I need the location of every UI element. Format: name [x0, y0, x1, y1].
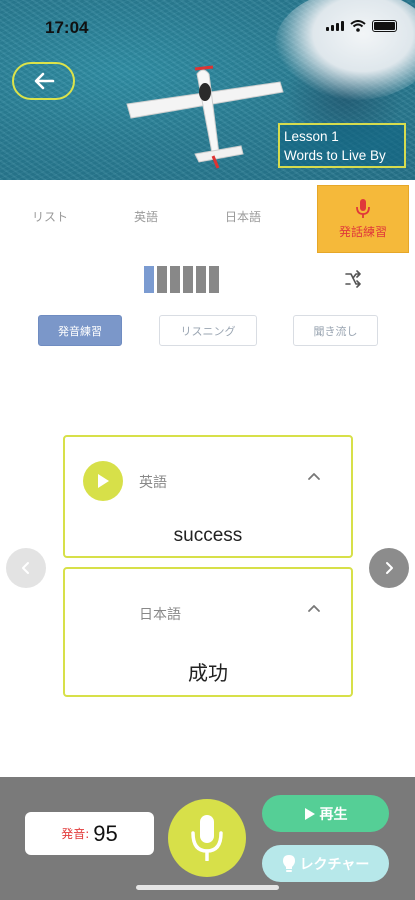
next-card-button[interactable]: [369, 548, 409, 588]
chevron-up-icon[interactable]: [307, 603, 321, 613]
japanese-card: 日本語 成功: [63, 567, 353, 697]
chevron-right-icon: [386, 562, 393, 574]
mode-pronunciation-button[interactable]: 発音練習: [38, 315, 122, 346]
english-word: success: [173, 525, 243, 546]
lecture-button[interactable]: レクチャー: [262, 845, 389, 882]
score-label: 発音:: [61, 827, 90, 841]
progress-segment: [170, 266, 180, 293]
progress-segment: [157, 266, 167, 293]
tab-japanese[interactable]: 日本語: [218, 180, 268, 252]
chevron-up-icon[interactable]: [307, 471, 321, 481]
lesson-header-image: 17:04 Lesson 1 Words to Live By: [0, 0, 415, 180]
lesson-number: Lesson 1: [284, 129, 339, 144]
english-card: 英語 success: [63, 435, 353, 558]
lecture-label: レクチャー: [299, 856, 370, 873]
progress-segment: [196, 266, 206, 293]
signal-icon: [326, 21, 344, 31]
battery-icon: [372, 20, 397, 32]
status-icons: [326, 20, 397, 32]
play-audio-button[interactable]: [83, 461, 123, 501]
chevron-left-icon: [22, 562, 29, 574]
tab-speaking-practice[interactable]: 発話練習: [317, 185, 409, 253]
playback-label: 再生: [319, 806, 348, 823]
previous-card-button[interactable]: [6, 548, 46, 588]
progress-indicator: [144, 266, 219, 293]
mode-listening-button[interactable]: リスニング: [159, 315, 257, 346]
mode-passive-listening-button[interactable]: 聞き流し: [293, 315, 378, 346]
microphone-icon: [356, 198, 370, 218]
japanese-word: 成功: [188, 661, 228, 685]
progress-segment: [183, 266, 193, 293]
pronunciation-score-box: 発音: 95: [25, 812, 154, 855]
tab-english[interactable]: 英語: [124, 180, 168, 252]
record-button[interactable]: [168, 799, 246, 877]
back-button[interactable]: [12, 62, 75, 100]
status-time: 17:04: [45, 18, 89, 37]
back-arrow-icon: [34, 72, 54, 90]
shuffle-icon[interactable]: [344, 270, 362, 288]
tab-list[interactable]: リスト: [22, 180, 78, 252]
score-value: 95: [93, 820, 118, 846]
english-card-label: 英語: [139, 475, 167, 491]
lesson-badge: Lesson 1 Words to Live By: [278, 123, 406, 168]
playback-button[interactable]: 再生: [262, 795, 389, 832]
home-indicator[interactable]: [136, 885, 279, 890]
airplane-icon: [126, 65, 284, 169]
progress-segment: [144, 266, 154, 293]
progress-segment: [209, 266, 219, 293]
play-icon: [98, 474, 109, 488]
tab-speaking-label: 発話練習: [338, 224, 387, 239]
microphone-icon: [191, 815, 223, 861]
lesson-title: Words to Live By: [284, 148, 386, 163]
lightbulb-icon: [282, 854, 295, 872]
japanese-card-label: 日本語: [139, 607, 181, 623]
play-icon: [304, 807, 315, 820]
wifi-icon: [350, 20, 366, 32]
